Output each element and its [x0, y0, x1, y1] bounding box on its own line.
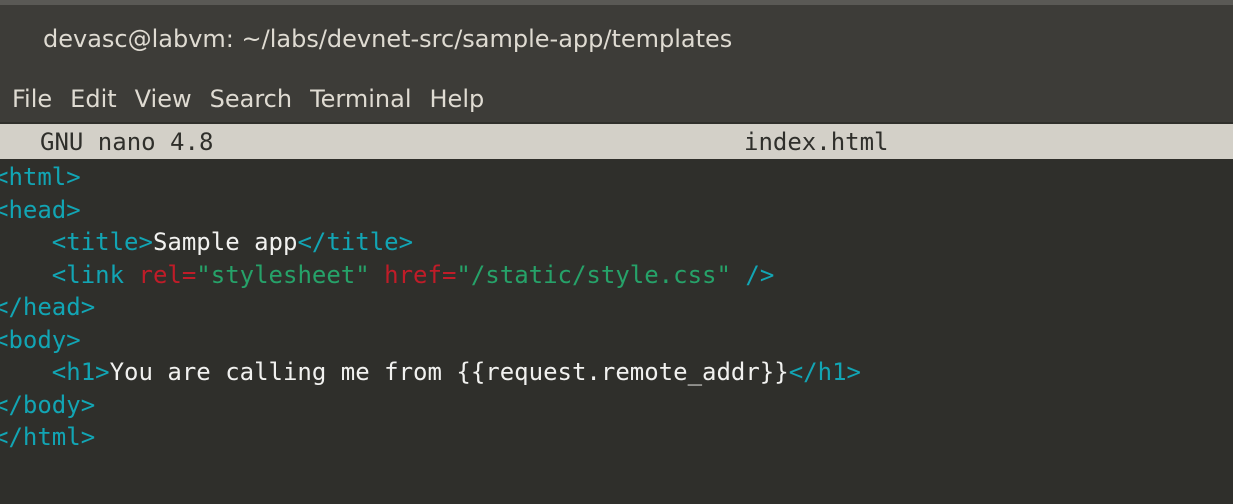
- menu-bar: File Edit View Search Terminal Help: [0, 76, 1233, 122]
- h1-close-tag: </h1>: [788, 358, 861, 386]
- code-line: <title>Sample app</title>: [0, 226, 1233, 259]
- menu-help[interactable]: Help: [418, 85, 491, 113]
- title-open-tag: <title>: [51, 228, 153, 256]
- html-open-tag: <html>: [0, 163, 81, 191]
- menu-edit[interactable]: Edit: [58, 85, 122, 113]
- terminal-window: devasc@labvm: ~/labs/devnet-src/sample-a…: [0, 0, 1233, 504]
- code-line: <head>: [0, 194, 1233, 227]
- menu-file[interactable]: File: [0, 85, 58, 113]
- code-line: <body>: [0, 324, 1233, 357]
- window-title: devasc@labvm: ~/labs/devnet-src/sample-a…: [43, 25, 733, 53]
- body-open-tag: <body>: [0, 325, 81, 354]
- html-close-tag: </html>: [0, 423, 96, 451]
- nano-version: GNU nano 4.8: [40, 128, 214, 156]
- rel-value: "stylesheet": [196, 260, 370, 289]
- link-close-tag: />: [745, 260, 775, 289]
- rel-attribute: rel=: [138, 260, 197, 289]
- head-close-tag: </head>: [0, 293, 96, 321]
- href-value: "/static/style.css": [456, 260, 731, 289]
- h1-text: You are calling me from {{request.remote…: [109, 358, 789, 386]
- link-open-tag: <link: [51, 260, 125, 289]
- code-line: <h1>You are calling me from {{request.re…: [0, 356, 1233, 389]
- code-line: <link rel="stylesheet" href="/static/sty…: [0, 259, 1233, 292]
- head-open-tag: <head>: [0, 195, 81, 224]
- menu-search[interactable]: Search: [198, 85, 298, 113]
- nano-header-bar: GNU nano 4.8 index.html: [0, 124, 1233, 159]
- code-line: </html>: [0, 421, 1233, 454]
- h1-open-tag: <h1>: [51, 358, 110, 386]
- body-close-tag: </body>: [0, 390, 96, 419]
- title-bar[interactable]: devasc@labvm: ~/labs/devnet-src/sample-a…: [0, 0, 1233, 76]
- nano-filename: index.html: [744, 128, 889, 156]
- editor-area[interactable]: <html> <head> <title>Sample app</title> …: [0, 161, 1233, 504]
- title-text: Sample app: [152, 228, 298, 256]
- menu-terminal[interactable]: Terminal: [298, 85, 417, 113]
- title-close-tag: </title>: [297, 228, 414, 256]
- code-line: <html>: [0, 161, 1233, 194]
- href-attribute: href=: [384, 260, 457, 289]
- code-line: </body>: [0, 389, 1233, 422]
- code-line: </head>: [0, 291, 1233, 324]
- menu-view[interactable]: View: [123, 85, 198, 113]
